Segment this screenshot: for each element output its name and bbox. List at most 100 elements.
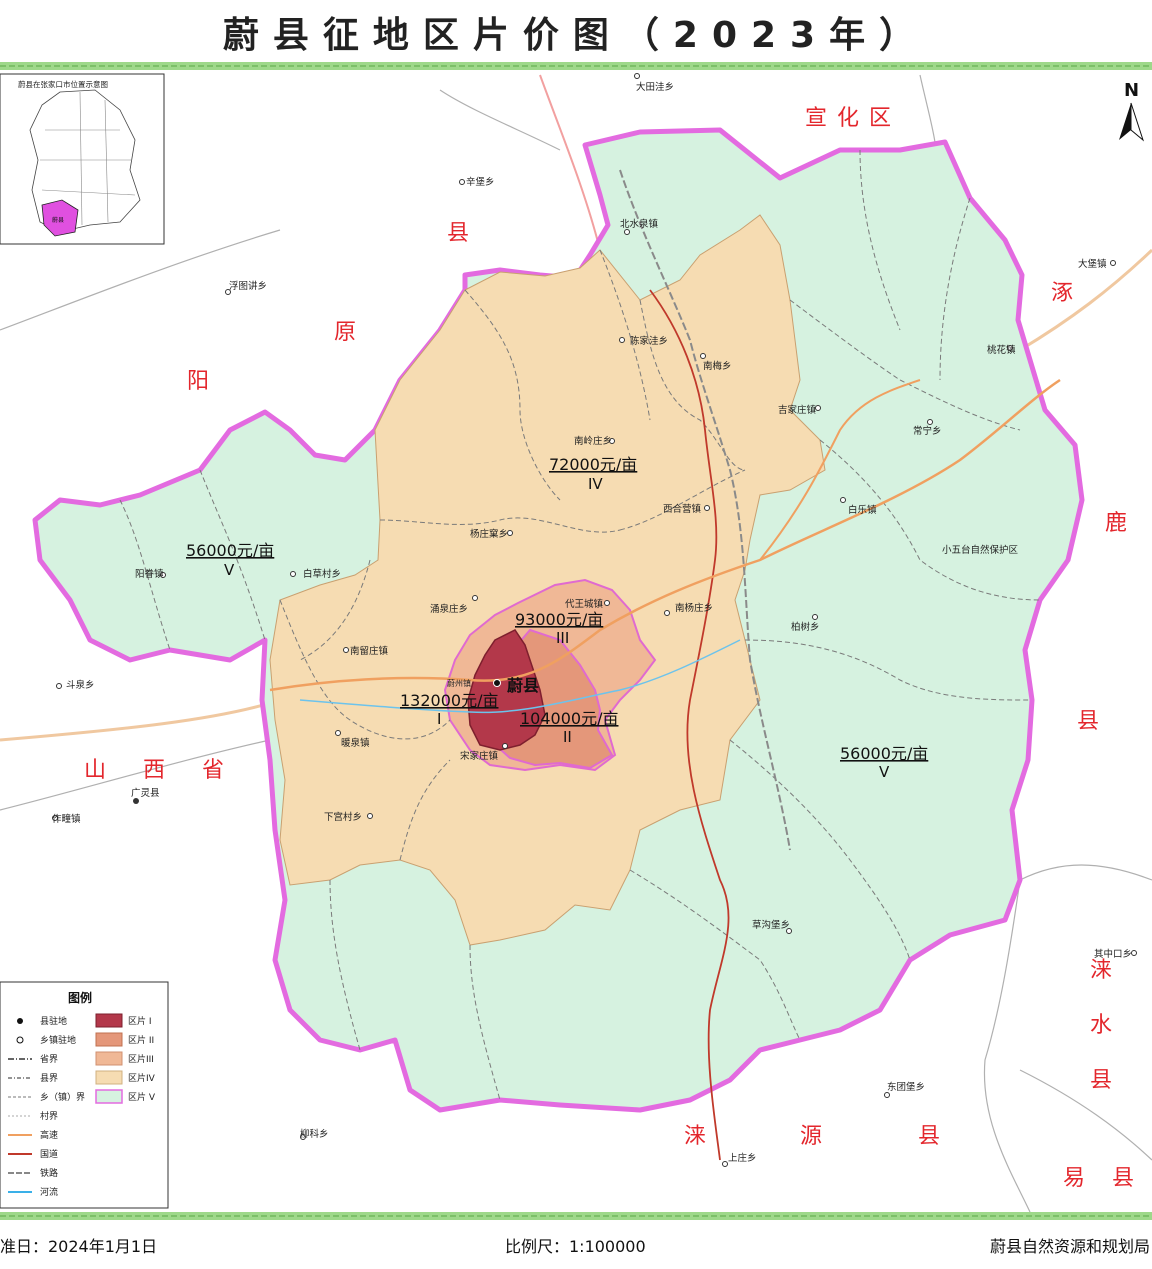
place-weizhou: 蔚州镇 [447,678,471,688]
neighbor-shanxi-2: 西 [143,758,165,783]
place-baile: 白乐镇 [848,504,877,516]
place-nanmei: 南梅乡 [703,360,732,372]
legend-zone-ii: 区片 II [128,1034,154,1046]
neighbor-yixian-2: 县 [1112,1166,1134,1191]
place-caogoubao: 草沟堡乡 [752,919,790,931]
neighbor-laiyuan-1: 涞 [684,1124,706,1149]
zone-iv-grade: IV [588,475,603,493]
legend-township: 乡镇驻地 [40,1034,76,1046]
footer-date: 准日：2024年1月1日 [0,1237,158,1256]
place-xiagongcun: 下宫村乡 [324,811,362,823]
neighbor-yangyuan-1: 阳 [187,369,209,394]
legend-zone-v: 区片 V [128,1091,156,1103]
place-nanlingzhuang: 南岭庄乡 [574,435,612,447]
county-seat-icon [17,1018,23,1024]
zone-ii-price: 104000元/亩 [520,709,618,728]
zone-iv-price: 72000元/亩 [549,455,637,474]
place-guangling: 广灵县 [131,787,160,799]
zone-iv-swatch [95,1070,123,1085]
legend-zone-i: 区片 I [128,1015,152,1027]
compass-label: N [1124,80,1139,101]
neighbor-yangyuan-2: 原 [334,320,356,345]
neighbor-laiyuan-3: 县 [918,1124,940,1149]
township-icon [16,1036,24,1044]
legend-zone-iv: 区片IV [128,1072,156,1084]
zone-v-west-price: 56000元/亩 [186,541,274,560]
place-xiheying: 西合营镇 [663,503,702,515]
north-arrow-icon: N [1119,80,1145,142]
zone-v-west-grade: V [224,561,235,579]
legend-national-road: 国道 [40,1148,58,1160]
inset-caption: 蔚县在张家口市位置示意图 [18,79,108,89]
zone-iii-price: 93000元/亩 [515,610,603,629]
zone-i-swatch [95,1013,123,1028]
place-baicaocun: 白草村乡 [303,568,341,580]
neighbor-yangyuan-3: 县 [447,221,469,246]
place-nuanquan: 暖泉镇 [341,737,370,749]
neighbor-shanxi-1: 山 [84,758,106,783]
neighbor-xuanhua: 宣化区 [805,106,901,131]
zone-v-east-price: 56000元/亩 [840,744,928,763]
neighbor-zhuolu-2: 鹿 [1105,511,1127,536]
neighbor-zhuolu-3: 县 [1077,709,1099,734]
place-taohua: 桃花镇 [987,344,1016,356]
place-shangzhuang: 上庄乡 [728,1152,757,1164]
legend-village-border: 村界 [40,1110,58,1122]
legend-river: 河流 [40,1186,58,1198]
place-qizhongkou: 其中口乡 [1094,948,1132,960]
place-nanyangzhuang: 南杨庄乡 [675,602,713,614]
place-yangzhuangke: 杨庄窠乡 [470,528,508,540]
footer-org: 蔚县自然资源和规划局 [990,1237,1151,1256]
place-futuwa: 浮图讲乡 [229,280,267,292]
place-daiwangcheng: 代王城镇 [565,598,604,610]
county-seat-point [493,679,501,687]
place-jijiazhuang: 吉家庄镇 [778,404,817,416]
legend-province-border: 省界 [40,1053,58,1065]
legend-title: 图例 [68,990,92,1005]
place-changning: 常宁乡 [913,425,942,437]
inset-map: 蔚县在张家口市位置示意图 蔚县 [0,73,165,245]
place-songjiazhuang: 宋家庄镇 [460,750,499,762]
footer-scale: 比例尺：1:100000 [505,1237,646,1256]
place-yangjuan: 阳眷镇 [135,568,164,580]
neighbor-yixian: 易 [1063,1166,1105,1191]
place-xiaowutai: 小五台自然保护区 [942,544,1019,556]
legend-county-seat: 县驻地 [40,1015,67,1027]
zone-v-east-grade: V [879,763,890,781]
legend-county-border: 县界 [40,1073,58,1084]
legend-expressway: 高速 [40,1129,58,1141]
place-xinbao: 辛堡乡 [466,176,495,188]
place-chenjiawa: 陈家洼乡 [630,335,668,347]
zone-v-swatch [95,1089,123,1104]
place-douquan: 斗泉乡 [66,679,95,691]
zone-iii-swatch [95,1051,123,1066]
legend: 图例 县驻地 乡镇驻地 省界 县界 乡（镇）界 村界 高速 国道 铁路 河流 区… [0,981,169,1209]
zone-i-grade: I [437,710,441,728]
neighbor-laishui-1: 涞 [1090,958,1112,983]
place-dongtuanbao: 东团堡乡 [887,1081,925,1093]
place-beishuiquan: 北水泉镇 [620,218,659,230]
neighbor-shanxi-3: 省 [202,758,224,783]
place-liuke: 柳科乡 [300,1128,329,1140]
legend-town-border: 乡（镇）界 [40,1091,85,1103]
county-seat-label: 蔚县 [507,676,539,695]
map-title: 蔚县征地区片价图（2023年） [222,15,930,56]
map-canvas: 宣化区 阳 原 县 涿 鹿 县 山 西 省 涞 源 县 涞 水 县 易 县 大田… [0,62,1152,1220]
zone-i-price: 132000元/亩 [400,691,498,710]
neighbor-laishui-2: 水 [1090,1013,1112,1038]
legend-zone-iii: 区片III [128,1053,154,1065]
neighbor-zhuolu-1: 涿 [1051,281,1073,306]
zone-iii-grade: III [556,629,569,647]
place-nanliuzhuang: 南留庄镇 [350,645,389,657]
zone-ii-grade: II [563,728,572,746]
place-zuoshui: 作疃镇 [52,813,81,825]
place-yongquanzhuang: 涌泉庄乡 [430,603,468,615]
inset-highlight-label: 蔚县 [52,216,64,224]
place-dabu: 大堡镇 [1078,258,1107,270]
legend-railway: 铁路 [40,1167,58,1179]
zone-ii-swatch [95,1032,123,1047]
place-baishu: 柏树乡 [791,621,820,633]
place-datianwa: 大田洼乡 [636,81,674,93]
neighbor-laishui-3: 县 [1090,1068,1112,1093]
neighbor-laiyuan-2: 源 [800,1124,822,1149]
